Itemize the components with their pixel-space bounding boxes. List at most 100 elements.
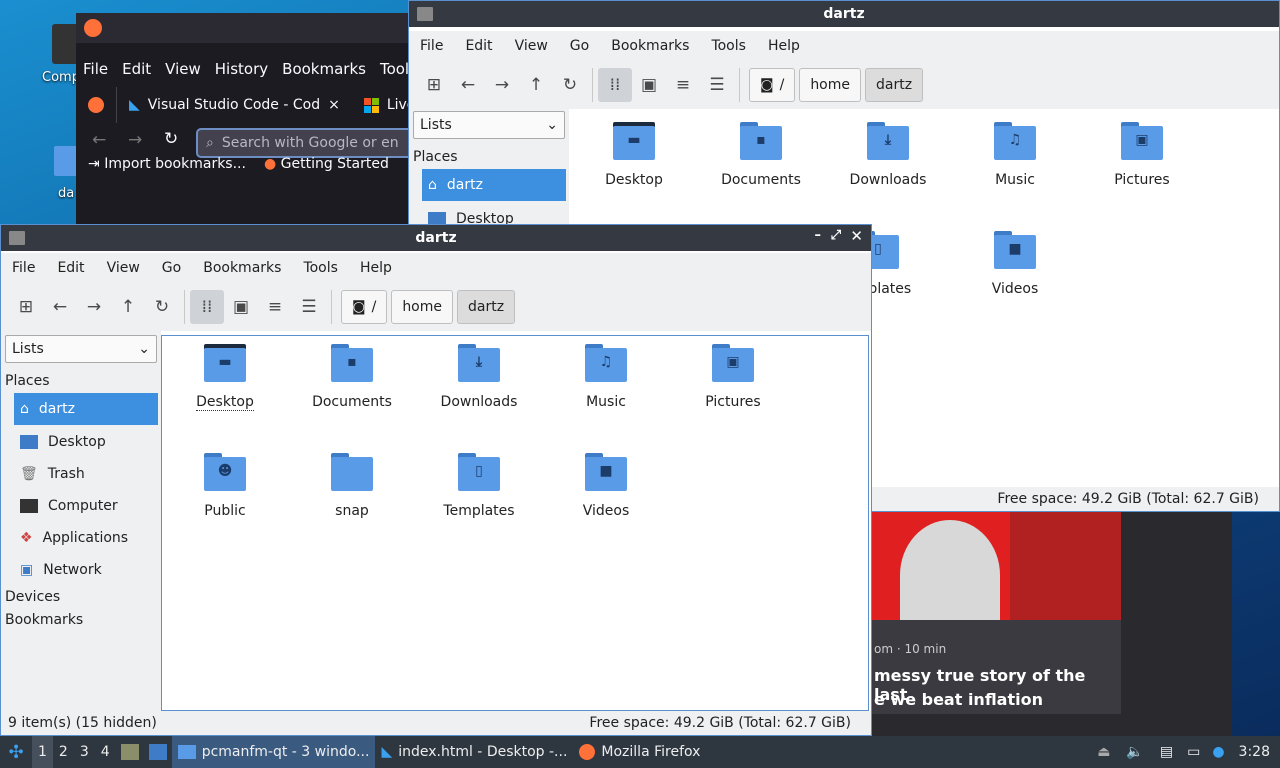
menu-edit[interactable]: Edit [115,55,158,83]
thumbnail-view-icon[interactable]: ▣ [224,290,258,324]
clock[interactable]: 3:28 [1239,744,1270,760]
menu-bookmarks[interactable]: Bookmarks [275,55,373,83]
detail-view-icon[interactable]: ☰ [700,68,734,102]
up-icon[interactable]: ↑ [519,68,553,102]
new-tab-icon[interactable]: ⊞ [9,290,43,324]
news-headline[interactable]: e we beat inflation [874,690,1043,709]
menu-file[interactable]: File [1,253,46,283]
file-item-desktop[interactable]: ▬ Desktop [579,122,689,188]
minimize-icon[interactable]: – [815,228,822,243]
file-item-downloads[interactable]: ⤓ Downloads [424,344,534,410]
file-item-desktop[interactable]: ▬ Desktop [170,344,280,411]
up-icon[interactable]: ↑ [111,290,145,324]
menu-go[interactable]: Go [559,31,600,61]
sidebar-item-trash[interactable]: 🗑 Trash [14,458,158,490]
forward-icon[interactable]: → [128,130,142,150]
desktop-icon-label[interactable]: da [58,186,74,201]
task-firefox[interactable]: Mozilla Firefox [573,736,706,768]
desktop-switch-2[interactable]: 2 [53,744,74,760]
menu-go[interactable]: Go [151,253,192,283]
new-tab-icon[interactable]: ⊞ [417,68,451,102]
file-item-downloads[interactable]: ⤓ Downloads [833,122,943,188]
tab-vscode[interactable]: ◣ Visual Studio Code - Cod × [116,87,352,123]
side-pane-mode-select[interactable]: Lists ⌄ [413,111,565,139]
desktop-switch-4[interactable]: 4 [95,744,116,760]
menu-help[interactable]: Help [757,31,811,61]
close-icon[interactable]: ✕ [850,227,863,245]
task-vscode[interactable]: ◣ index.html - Desktop -... [375,736,573,768]
icon-view-icon[interactable]: ⁞⁞ [190,290,224,324]
bookmark-import[interactable]: ⇥ Import bookmarks... [88,156,246,172]
reload-icon[interactable]: ↻ [553,68,587,102]
thumbnail-view-icon[interactable]: ▣ [632,68,666,102]
menu-history[interactable]: History [208,55,275,83]
back-icon[interactable]: ← [43,290,77,324]
updates-icon[interactable]: ● [1212,744,1224,760]
menu-file[interactable]: File [409,31,454,61]
network-tray-icon[interactable]: ▭ [1187,744,1200,760]
bookmarks-header[interactable]: Bookmarks [5,612,83,628]
maximize-icon[interactable]: ⤢ [831,228,841,243]
compact-view-icon[interactable]: ≡ [666,68,700,102]
sidebar-item-computer[interactable]: Computer [14,490,158,522]
detail-view-icon[interactable]: ☰ [292,290,326,324]
desktop-switch-1[interactable]: 1 [32,736,53,768]
close-icon[interactable]: × [328,97,340,113]
reload-icon[interactable]: ↻ [164,129,178,149]
menu-view[interactable]: View [96,253,151,283]
file-item-snap[interactable]: snap [297,453,407,519]
icon-view-icon[interactable]: ⁞⁞ [598,68,632,102]
firefox-view-tab[interactable] [76,87,116,123]
desktop-icon-label[interactable]: Comp [42,70,80,85]
menu-edit[interactable]: Edit [46,253,95,283]
back-icon[interactable]: ← [451,68,485,102]
sidebar-item-desktop[interactable]: Desktop [14,426,158,458]
path-dartz[interactable]: dartz [457,290,516,324]
news-card[interactable]: om · 10 min messy true story of the last… [870,510,1232,736]
path-root[interactable]: ◙ / [749,68,796,102]
file-item-templates[interactable]: ▯ Templates [424,453,534,519]
devices-header[interactable]: Devices [5,589,60,605]
desktop-switch-3[interactable]: 3 [74,744,95,760]
file-item-music[interactable]: ♫ Music [960,122,1070,188]
file-item-videos[interactable]: ■ Videos [551,453,661,519]
reload-icon[interactable]: ↻ [145,290,179,324]
back-icon[interactable]: ← [92,130,106,150]
menu-bookmarks[interactable]: Bookmarks [600,31,700,61]
file-item-pictures[interactable]: ▣ Pictures [678,344,788,410]
volume-icon[interactable]: 🔈 [1126,744,1143,760]
compact-view-icon[interactable]: ≡ [258,290,292,324]
path-root[interactable]: ◙ / [341,290,388,324]
menu-tools[interactable]: Tools [700,31,757,61]
sidebar-item-dartz[interactable]: ⌂ dartz [422,169,566,201]
menu-edit[interactable]: Edit [454,31,503,61]
side-pane-mode-select[interactable]: Lists ⌄ [5,335,157,363]
bookmark-getting-started[interactable]: ● Getting Started [264,156,389,172]
menu-view[interactable]: View [504,31,559,61]
forward-icon[interactable]: → [485,68,519,102]
path-home[interactable]: home [799,68,862,102]
forward-icon[interactable]: → [77,290,111,324]
file-manager-launcher-icon[interactable] [120,744,139,760]
menu-view[interactable]: View [158,55,208,83]
menu-tools[interactable]: Tools [292,253,349,283]
file-item-music[interactable]: ♫ Music [551,344,661,410]
menu-help[interactable]: Help [349,253,403,283]
file-item-documents[interactable]: ▪ Documents [297,344,407,410]
file-item-documents[interactable]: ▪ Documents [706,122,816,188]
start-menu-icon[interactable]: ✣ [0,742,32,763]
task-pcmanfm[interactable]: pcmanfm-qt - 3 windo... [171,736,376,768]
menu-bookmarks[interactable]: Bookmarks [192,253,292,283]
sidebar-item-applications[interactable]: ❖ Applications [14,522,158,554]
clipboard-icon[interactable]: ▤ [1160,744,1173,760]
eject-icon[interactable]: ⏏ [1097,744,1110,760]
menu-file[interactable]: File [76,55,115,83]
file-item-public[interactable]: ☻ Public [170,453,280,519]
sidebar-item-dartz[interactable]: ⌂ dartz [14,393,158,425]
file-item-videos[interactable]: ■ Videos [960,231,1070,297]
path-dartz[interactable]: dartz [865,68,924,102]
sidebar-item-network[interactable]: ▣ Network [14,554,158,586]
file-item-pictures[interactable]: ▣ Pictures [1087,122,1197,188]
path-home[interactable]: home [391,290,454,324]
show-desktop-icon[interactable] [148,744,167,760]
